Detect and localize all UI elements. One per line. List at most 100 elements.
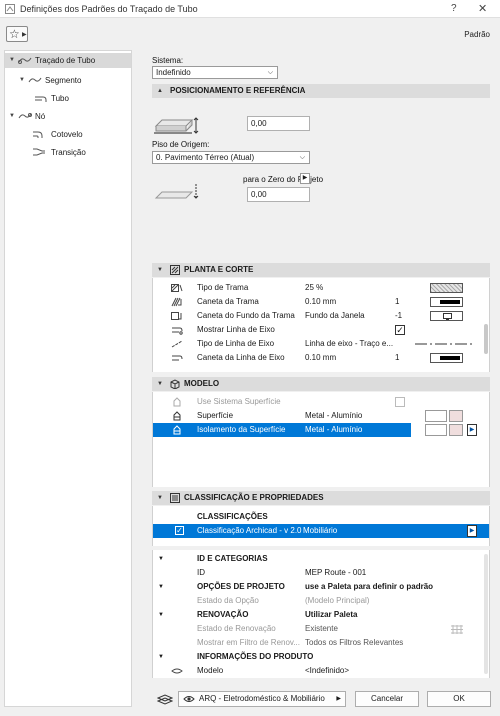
- prop-value: 0.10 mm: [305, 353, 337, 362]
- surface-icon: [173, 411, 181, 421]
- system-select[interactable]: Indefinido ⌵: [152, 66, 278, 79]
- arrow-right-icon: ▶: [469, 528, 475, 534]
- show-axis-checkbox[interactable]: ✓: [395, 325, 405, 335]
- tree-item-segment[interactable]: ▼ Segmento: [5, 73, 131, 88]
- section-title: POSICIONAMENTO E REFERÊNCIA: [170, 86, 306, 95]
- properties-panel: ▼ ID E CATEGORIAS ID MEP Route - 001 ▼ O…: [152, 550, 490, 678]
- prop-name: Use Sistema Superfície: [197, 397, 281, 406]
- row-insulation-surface[interactable]: Isolamento da Superfície Metal - Alumíni…: [153, 423, 489, 437]
- collapse-icon[interactable]: ▲: [157, 84, 163, 98]
- layer-selector[interactable]: ARQ - Eletrodoméstico & Mobiliário ▶: [178, 691, 346, 707]
- row-surface[interactable]: Superfície Metal - Alumínio: [153, 409, 483, 423]
- chevron-down-icon[interactable]: ▼: [19, 73, 27, 88]
- collapse-icon[interactable]: ▼: [158, 650, 164, 664]
- group-title: INFORMAÇÕES DO PRODUTO: [197, 652, 314, 661]
- row-show-on-renovation-filter[interactable]: Mostrar em Filtro de Renov... Todos os F…: [153, 636, 483, 650]
- prop-name: Superfície: [197, 411, 234, 420]
- tree-item-transition[interactable]: Transição: [5, 145, 131, 160]
- group-product-info[interactable]: ▼ INFORMAÇÕES DO PRODUTO: [153, 650, 483, 664]
- close-button[interactable]: ✕: [478, 2, 487, 15]
- tree-item-tube[interactable]: Tubo: [5, 91, 131, 106]
- row-option-state[interactable]: Estado da Opção (Modelo Principal): [153, 594, 483, 608]
- origin-story-label: Piso de Origem:: [152, 140, 210, 149]
- prop-value: Todos os Filtros Relevantes: [305, 638, 404, 647]
- chevron-down-icon[interactable]: ▼: [9, 53, 17, 68]
- group-renovation[interactable]: ▼ RENOVAÇÃO Utilizar Paleta: [153, 608, 483, 622]
- classification-checkbox[interactable]: ✓: [175, 526, 184, 535]
- pen-swatch[interactable]: [430, 297, 463, 307]
- collapse-icon[interactable]: ▼: [157, 263, 163, 277]
- surface-swatch-white[interactable]: [425, 410, 447, 422]
- group-title: ID E CATEGORIAS: [197, 554, 268, 563]
- eye-icon: [183, 696, 195, 702]
- help-button[interactable]: ?: [451, 3, 457, 14]
- pen-number: 1: [395, 297, 400, 306]
- prop-name: Estado de Renovação: [197, 624, 276, 633]
- tree-item-node[interactable]: ▼ Nó: [5, 109, 131, 124]
- use-surface-checkbox[interactable]: [395, 397, 405, 407]
- pipe-route-icon: [18, 57, 32, 64]
- favorites-button[interactable]: ☆ ▶: [6, 26, 28, 42]
- collapse-icon[interactable]: ▼: [157, 491, 163, 505]
- offset-field[interactable]: 0,00: [247, 116, 310, 131]
- prop-value: Mobiliário: [303, 526, 338, 535]
- app-icon: [5, 4, 15, 14]
- prop-value: Metal - Alumínio: [305, 411, 363, 420]
- system-value: Indefinido: [156, 68, 191, 77]
- collapse-icon[interactable]: ▼: [158, 552, 164, 566]
- collapse-icon[interactable]: ▼: [158, 608, 164, 622]
- insulation-swatch-white[interactable]: [425, 424, 447, 436]
- tree-item-elbow[interactable]: Cotovelo: [5, 127, 131, 142]
- arrow-right-icon: ▶: [302, 175, 308, 181]
- elbow-icon: [33, 131, 43, 138]
- row-fill-background-pen[interactable]: Caneta do Fundo da Trama Fundo da Janela…: [153, 309, 483, 323]
- collapse-icon[interactable]: ▼: [157, 377, 163, 391]
- row-renovation-status[interactable]: Estado de Renovação Existente: [153, 622, 483, 636]
- row-fill-pen[interactable]: Caneta da Trama 0.10 mm 1: [153, 295, 483, 309]
- row-id[interactable]: ID MEP Route - 001: [153, 566, 483, 580]
- chevron-down-icon: ⌵: [267, 69, 273, 76]
- section-plan[interactable]: ▼ PLANTA E CORTE: [152, 263, 490, 277]
- axis-pen-icon: [172, 355, 183, 361]
- chevron-down-icon[interactable]: ▼: [9, 109, 17, 124]
- project-zero-field[interactable]: 0,00: [247, 187, 310, 202]
- prop-name: Caneta da Trama: [197, 297, 259, 306]
- row-axis-line-type[interactable]: Tipo de Linha de Eixo Linha de eixo - Tr…: [153, 337, 483, 351]
- group-id-categories[interactable]: ▼ ID E CATEGORIAS: [153, 552, 483, 566]
- fill-pen-icon: [171, 297, 182, 307]
- ok-button[interactable]: OK: [427, 691, 491, 707]
- classification-arrow-button[interactable]: ▶: [467, 525, 477, 537]
- row-show-axis[interactable]: Mostrar Linha de Eixo ✓: [153, 323, 483, 337]
- insulation-swatch-color[interactable]: [449, 424, 463, 436]
- insulation-surface-icon: [173, 425, 181, 435]
- tree-item-label: Nó: [35, 112, 46, 121]
- tree-item-pipe-route[interactable]: ▼ Traçado de Tubo: [5, 53, 131, 68]
- origin-story-select[interactable]: 0. Pavimento Térreo (Atual) ⌵: [152, 151, 310, 164]
- prop-name: Tipo de Linha de Eixo: [197, 339, 275, 348]
- plan-scrollbar[interactable]: [484, 324, 488, 354]
- surface-swatch-color[interactable]: [449, 410, 463, 422]
- axis-pen-swatch[interactable]: [430, 353, 463, 363]
- group-design-options[interactable]: ▼ OPÇÕES DE PROJETO use a Paleta para de…: [153, 580, 483, 594]
- model-panel: Use Sistema Superfície Superfície Metal …: [152, 392, 490, 487]
- properties-scrollbar[interactable]: [484, 554, 488, 674]
- project-zero-button[interactable]: ▶: [300, 173, 310, 184]
- collapse-icon[interactable]: ▼: [158, 580, 164, 594]
- prop-value: Metal - Alumínio: [305, 425, 363, 434]
- row-fill-type[interactable]: Tipo de Trama 25 %: [153, 281, 483, 295]
- section-classification[interactable]: ▼ CLASSIFICAÇÃO E PROPRIEDADES: [152, 491, 490, 505]
- section-title: CLASSIFICAÇÃO E PROPRIEDADES: [184, 493, 324, 502]
- insulation-arrow-button[interactable]: ▶: [467, 424, 477, 436]
- row-use-surface-system[interactable]: Use Sistema Superfície: [153, 395, 483, 409]
- section-positioning[interactable]: ▲ POSICIONAMENTO E REFERÊNCIA: [152, 84, 490, 98]
- background-pen-swatch[interactable]: [430, 311, 463, 321]
- row-classification[interactable]: ✓ Classificação Archicad - v 2.0 Mobiliá…: [153, 524, 489, 538]
- tree-item-label: Segmento: [45, 76, 82, 85]
- row-model[interactable]: Modelo <Indefinido>: [153, 664, 483, 678]
- prop-name: ID: [197, 568, 205, 577]
- section-model[interactable]: ▼ MODELO: [152, 377, 490, 391]
- fill-swatch[interactable]: [430, 283, 463, 293]
- origin-story-value: 0. Pavimento Térreo (Atual): [156, 153, 255, 162]
- cancel-button[interactable]: Cancelar: [355, 691, 419, 707]
- row-axis-pen[interactable]: Caneta da Linha de Eixo 0.10 mm 1: [153, 351, 483, 365]
